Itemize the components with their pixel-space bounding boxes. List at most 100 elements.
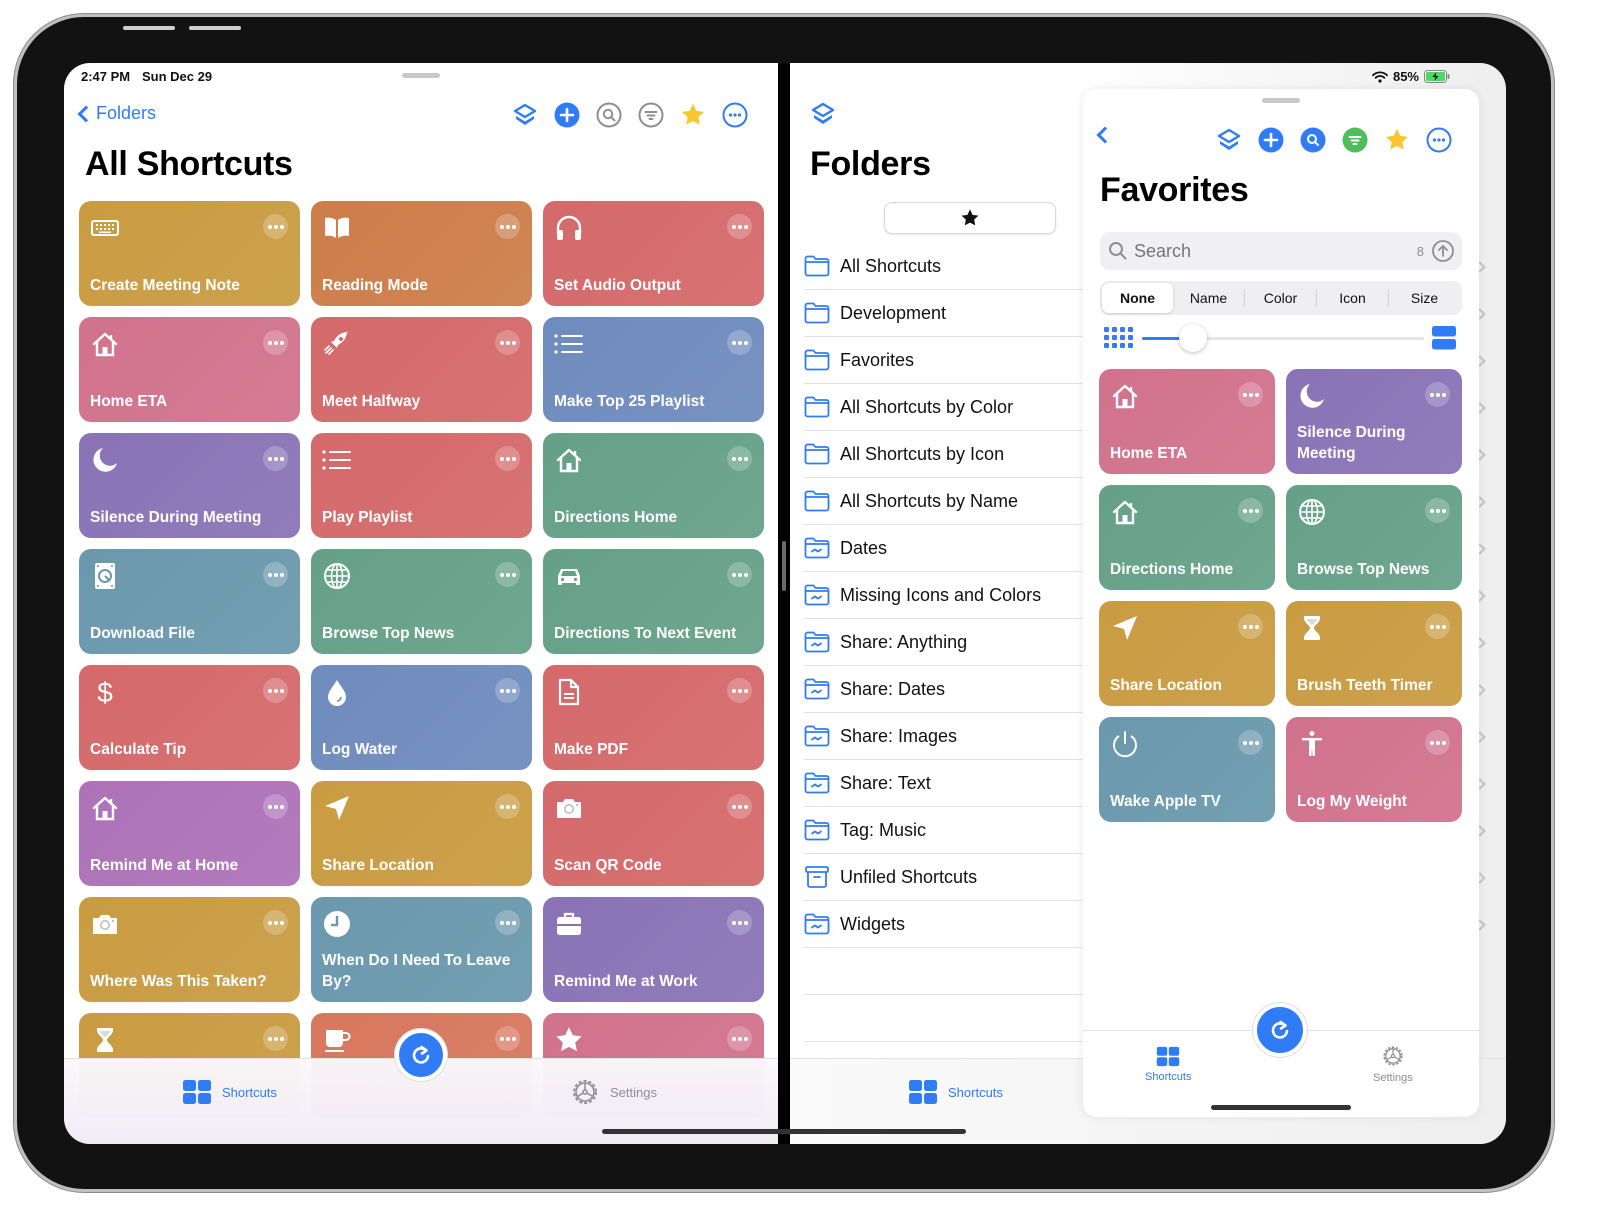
- more-options-button[interactable]: [263, 562, 288, 587]
- shortcut-tile[interactable]: Download File: [79, 549, 300, 654]
- more-options-button[interactable]: [263, 910, 288, 935]
- back-button[interactable]: [1095, 126, 1114, 144]
- more-options-button[interactable]: [495, 794, 520, 819]
- split-view-divider[interactable]: [778, 63, 790, 1144]
- folder-row[interactable]: Unfiled Shortcuts: [804, 854, 1094, 901]
- more-options-button[interactable]: [263, 678, 288, 703]
- more-options-button[interactable]: [1425, 730, 1450, 755]
- shortcut-tile[interactable]: Silence During Meeting: [1286, 369, 1462, 474]
- more-options-button[interactable]: [727, 214, 752, 239]
- sort-option-icon[interactable]: Icon: [1317, 283, 1388, 313]
- more-options-button[interactable]: [1238, 730, 1263, 755]
- more-options-button[interactable]: [495, 678, 520, 703]
- more-icon[interactable]: [1426, 127, 1452, 153]
- more-options-button[interactable]: [495, 562, 520, 587]
- layers-icon[interactable]: [512, 102, 538, 128]
- folder-row[interactable]: Development: [804, 290, 1094, 337]
- more-options-button[interactable]: [727, 446, 752, 471]
- folder-row[interactable]: All Shortcuts by Name: [804, 478, 1094, 525]
- sort-option-size[interactable]: Size: [1389, 283, 1460, 313]
- more-options-button[interactable]: [1425, 382, 1450, 407]
- more-options-button[interactable]: [1238, 614, 1263, 639]
- size-slider-knob[interactable]: [1178, 324, 1207, 352]
- shortcut-tile[interactable]: Directions Home: [1099, 485, 1275, 590]
- filter-icon[interactable]: [1342, 127, 1368, 153]
- add-icon[interactable]: [1258, 127, 1284, 153]
- star-icon[interactable]: [1384, 127, 1410, 153]
- more-options-button[interactable]: [727, 678, 752, 703]
- folder-row[interactable]: Tag: Music: [804, 807, 1094, 854]
- small-grid-icon[interactable]: [1104, 327, 1136, 354]
- more-options-button[interactable]: [1425, 614, 1450, 639]
- tab-settings[interactable]: Settings: [570, 1077, 657, 1107]
- shortcut-tile[interactable]: Home ETA: [1099, 369, 1275, 474]
- shortcut-tile[interactable]: Browse Top News: [1286, 485, 1462, 590]
- more-options-button[interactable]: [495, 330, 520, 355]
- shortcut-tile[interactable]: Make PDF: [543, 665, 764, 770]
- shortcut-tile[interactable]: Log My Weight: [1286, 717, 1462, 822]
- more-options-button[interactable]: [495, 446, 520, 471]
- large-grid-icon[interactable]: [1432, 326, 1456, 355]
- search-icon[interactable]: [1300, 127, 1326, 153]
- folder-row[interactable]: Share: Images: [804, 713, 1094, 760]
- more-options-button[interactable]: [495, 910, 520, 935]
- layers-icon[interactable]: [810, 101, 836, 132]
- slide-over-grabber[interactable]: [1262, 98, 1300, 103]
- more-options-button[interactable]: [263, 214, 288, 239]
- shortcut-tile[interactable]: Silence During Meeting: [79, 433, 300, 538]
- shortcut-tile[interactable]: Set Audio Output: [543, 201, 764, 306]
- shortcut-tile[interactable]: When Do I Need To Leave By?: [311, 897, 532, 1002]
- favorites-segment[interactable]: [884, 202, 1056, 234]
- shortcut-tile[interactable]: Log Water: [311, 665, 532, 770]
- panel-tab-settings[interactable]: Settings: [1373, 1044, 1413, 1084]
- shortcut-tile[interactable]: Browse Top News: [311, 549, 532, 654]
- shortcut-tile[interactable]: Remind Me at Home: [79, 781, 300, 886]
- more-options-button[interactable]: [727, 562, 752, 587]
- shortcut-tile[interactable]: Share Location: [311, 781, 532, 886]
- more-options-button[interactable]: [263, 446, 288, 471]
- shortcut-tile[interactable]: Meet Halfway: [311, 317, 532, 422]
- shortcut-tile[interactable]: Remind Me at Work: [543, 897, 764, 1002]
- folder-row[interactable]: Share: Dates: [804, 666, 1094, 713]
- arrow-up-circle-icon[interactable]: [1432, 240, 1454, 262]
- folder-row[interactable]: Favorites: [804, 337, 1094, 384]
- more-options-button[interactable]: [263, 1026, 288, 1051]
- shortcut-tile[interactable]: Wake Apple TV: [1099, 717, 1275, 822]
- more-options-button[interactable]: [263, 794, 288, 819]
- star-icon[interactable]: [680, 102, 706, 128]
- sort-option-color[interactable]: Color: [1245, 283, 1316, 313]
- more-icon[interactable]: [722, 102, 748, 128]
- shortcut-tile[interactable]: Brush Teeth Timer: [1286, 601, 1462, 706]
- size-slider[interactable]: [1142, 324, 1424, 352]
- more-options-button[interactable]: [495, 1026, 520, 1051]
- folder-row[interactable]: Share: Anything: [804, 619, 1094, 666]
- folder-row[interactable]: All Shortcuts: [804, 243, 1094, 290]
- folder-row[interactable]: All Shortcuts by Color: [804, 384, 1094, 431]
- filter-icon[interactable]: [638, 102, 664, 128]
- folder-row[interactable]: Share: Text: [804, 760, 1094, 807]
- more-options-button[interactable]: [727, 910, 752, 935]
- shortcut-tile[interactable]: $ Calculate Tip: [79, 665, 300, 770]
- more-options-button[interactable]: [1425, 498, 1450, 523]
- more-options-button[interactable]: [727, 794, 752, 819]
- more-options-button[interactable]: [727, 1026, 752, 1051]
- folder-row[interactable]: Widgets: [804, 901, 1094, 948]
- folder-row[interactable]: All Shortcuts by Icon: [804, 431, 1094, 478]
- more-options-button[interactable]: [1238, 382, 1263, 407]
- shortcut-tile[interactable]: Home ETA: [79, 317, 300, 422]
- shortcut-tile[interactable]: Where Was This Taken?: [79, 897, 300, 1002]
- tab-shortcuts[interactable]: Shortcuts: [908, 1079, 1003, 1105]
- more-options-button[interactable]: [1238, 498, 1263, 523]
- sort-option-none[interactable]: None: [1102, 283, 1173, 313]
- shortcut-tile[interactable]: Make Top 25 Playlist: [543, 317, 764, 422]
- run-button[interactable]: [1253, 1003, 1307, 1057]
- sort-option-name[interactable]: Name: [1173, 283, 1244, 313]
- add-icon[interactable]: [554, 102, 580, 128]
- more-options-button[interactable]: [495, 214, 520, 239]
- shortcut-tile[interactable]: Scan QR Code: [543, 781, 764, 886]
- search-field[interactable]: 8: [1100, 232, 1462, 270]
- shortcut-tile[interactable]: Create Meeting Note: [79, 201, 300, 306]
- multitask-grabber[interactable]: [402, 73, 440, 78]
- back-button[interactable]: Folders: [76, 103, 156, 124]
- more-options-button[interactable]: [263, 330, 288, 355]
